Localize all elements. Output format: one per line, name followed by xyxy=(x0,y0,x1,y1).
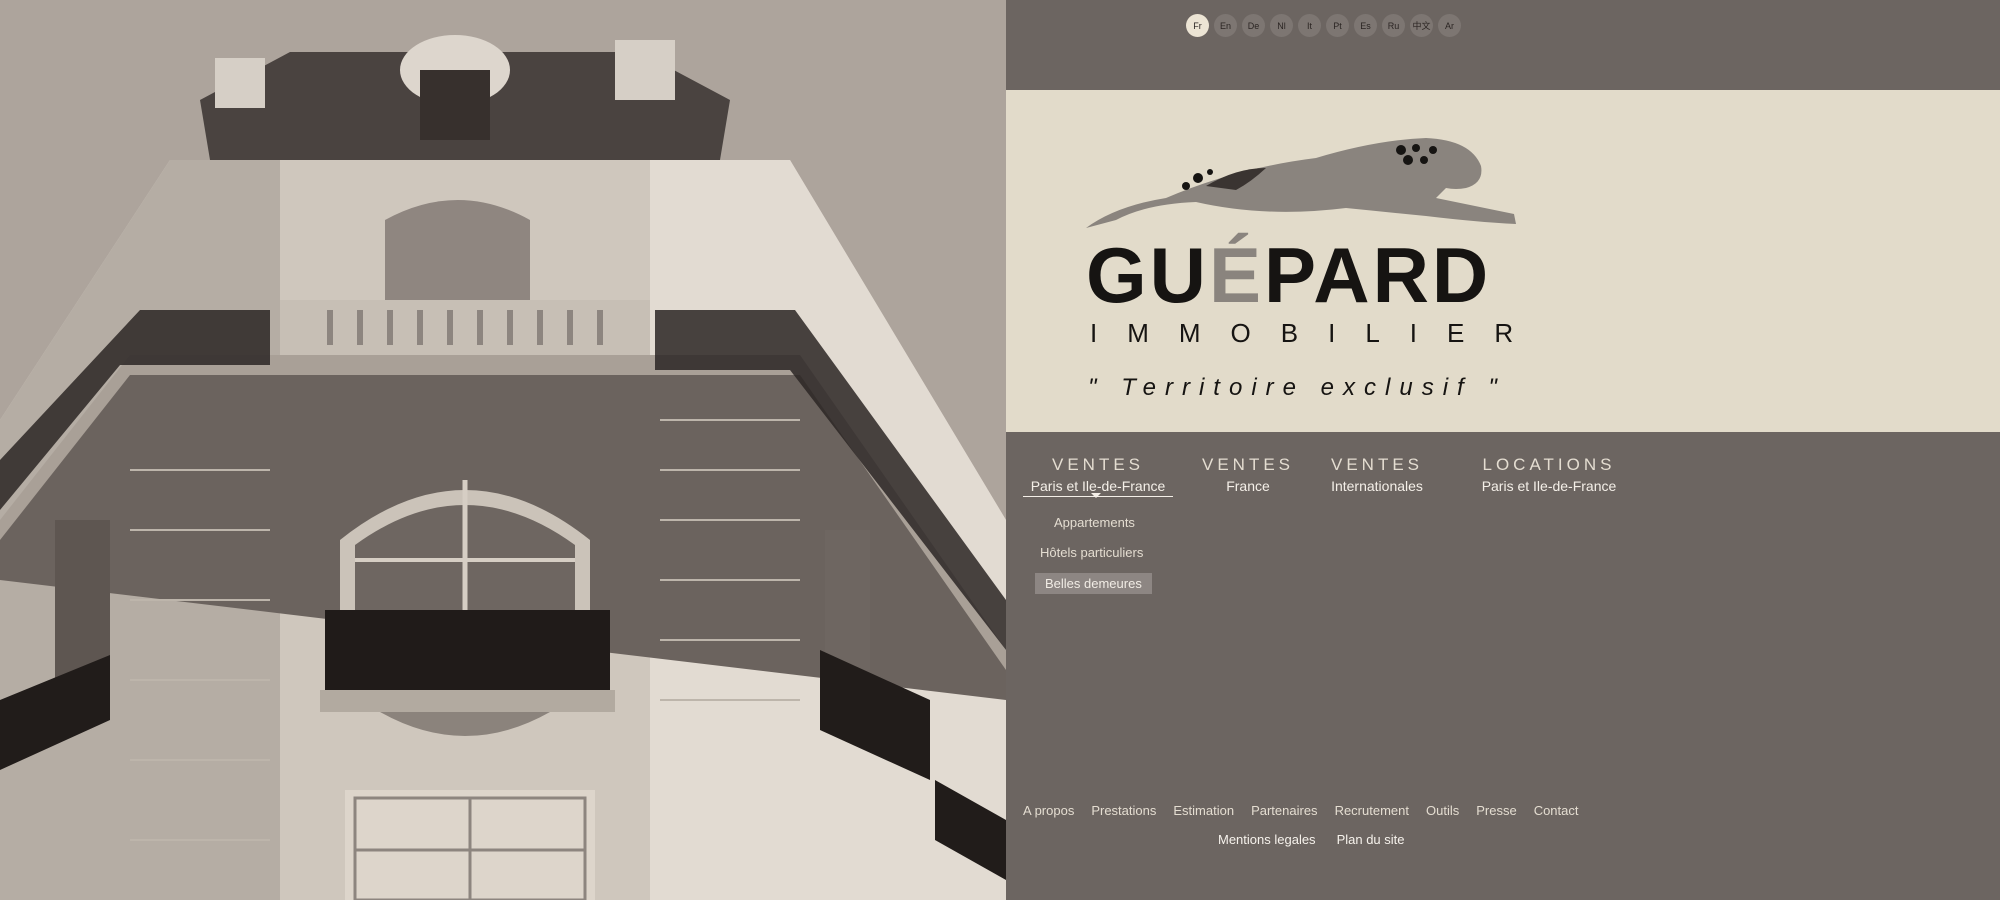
footer-nav: A propos Prestations Estimation Partenai… xyxy=(1023,803,1579,818)
submenu-belles-demeures[interactable]: Belles demeures xyxy=(1035,573,1152,594)
nav-ventes-france[interactable]: VENTES France xyxy=(1198,455,1298,494)
brand-subtitle: IMMOBILIER xyxy=(1090,318,1544,348)
lang-nl[interactable]: Nl xyxy=(1270,14,1293,37)
submenu-hotels-particuliers[interactable]: Hôtels particuliers xyxy=(1040,545,1143,560)
lang-fr[interactable]: Fr xyxy=(1186,14,1209,37)
lang-ru[interactable]: Ru xyxy=(1382,14,1405,37)
footer-link-outils[interactable]: Outils xyxy=(1426,803,1459,818)
brand-tagline: " Territoire exclusif " xyxy=(1088,374,1506,401)
nav-title: LOCATIONS xyxy=(1482,455,1616,474)
footer-link-plan-du-site[interactable]: Plan du site xyxy=(1337,832,1405,847)
submenu-appartements[interactable]: Appartements xyxy=(1054,515,1135,530)
brand-name-accent: É xyxy=(1209,231,1265,319)
footer-link-mentions-legales[interactable]: Mentions legales xyxy=(1218,832,1316,847)
nav-subtitle: France xyxy=(1226,478,1270,494)
nav-locations-paris[interactable]: LOCATIONS Paris et Ile-de-France xyxy=(1468,455,1630,494)
nav-title: VENTES xyxy=(1201,455,1295,474)
footer-link-estimation[interactable]: Estimation xyxy=(1173,803,1234,818)
brand-name-part1: GU xyxy=(1086,231,1209,319)
footer-link-partenaires[interactable]: Partenaires xyxy=(1251,803,1317,818)
lang-de[interactable]: De xyxy=(1242,14,1265,37)
nav-ventes-internationales[interactable]: VENTES Internationales xyxy=(1322,455,1432,494)
footer-link-recrutement[interactable]: Recrutement xyxy=(1335,803,1409,818)
lang-it[interactable]: It xyxy=(1298,14,1321,37)
nav-title: VENTES xyxy=(1051,455,1145,474)
footer-link-a-propos[interactable]: A propos xyxy=(1023,803,1074,818)
lang-pt[interactable]: Pt xyxy=(1326,14,1349,37)
lang-zh[interactable]: 中文 xyxy=(1410,14,1433,37)
footer-link-prestations[interactable]: Prestations xyxy=(1091,803,1156,818)
nav-subtitle: Internationales xyxy=(1331,478,1423,494)
nav-title: VENTES xyxy=(1330,455,1424,474)
brand-name[interactable]: GUÉPARD xyxy=(1086,236,1491,314)
footer-legal: Mentions legales Plan du site xyxy=(1218,832,1405,847)
lang-en[interactable]: En xyxy=(1214,14,1237,37)
language-selector: Fr En De Nl It Pt Es Ru 中文 Ar xyxy=(1186,14,1461,37)
nav-subtitle: Paris et Ile-de-France xyxy=(1481,478,1617,494)
building-photo xyxy=(0,0,1006,900)
footer-link-presse[interactable]: Presse xyxy=(1476,803,1516,818)
lang-es[interactable]: Es xyxy=(1354,14,1377,37)
lang-ar[interactable]: Ar xyxy=(1438,14,1461,37)
nav-ventes-paris[interactable]: VENTES Paris et Ile-de-France xyxy=(1023,455,1173,497)
footer-link-contact[interactable]: Contact xyxy=(1534,803,1579,818)
brand-name-part2: PARD xyxy=(1264,231,1492,319)
caret-down-icon xyxy=(1091,493,1101,498)
cheetah-icon[interactable] xyxy=(1086,128,1526,238)
